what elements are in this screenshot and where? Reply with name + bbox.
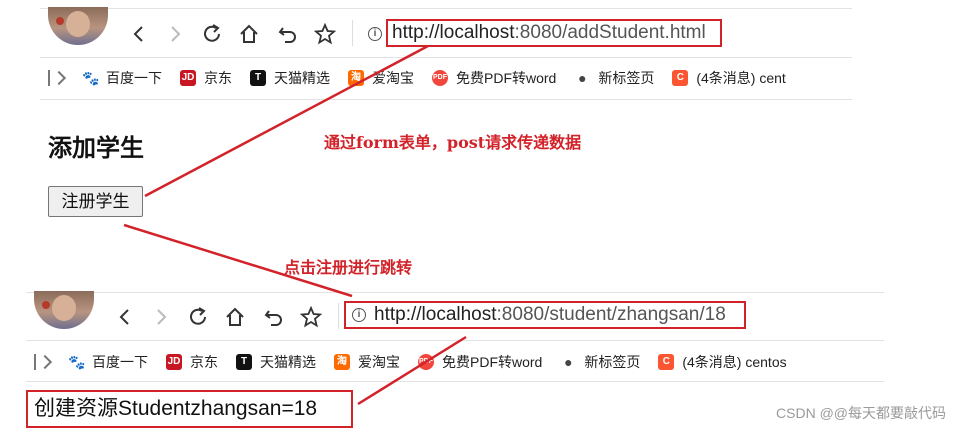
- form-post-annotation: 通过form表单，post请求传递数据: [324, 133, 582, 152]
- bookmark-taobao[interactable]: 淘爱淘宝: [348, 68, 414, 88]
- bookmark-globe[interactable]: ● 新标签页: [560, 352, 640, 372]
- home-icon[interactable]: [238, 23, 260, 45]
- watermark: CSDN @@每天都要敲代码: [776, 405, 946, 421]
- back-icon[interactable]: [114, 306, 136, 328]
- bookmarks-bottom-border: [26, 381, 884, 382]
- baidu-icon: 🐾: [82, 70, 100, 86]
- taobao-icon: 淘: [334, 354, 350, 370]
- sidebar-toggle-icon[interactable]: [46, 68, 66, 88]
- tmall-icon: T: [236, 354, 252, 370]
- url-path: :8080/addStudent.html: [514, 22, 706, 43]
- jd-icon: JD: [166, 354, 182, 370]
- sidebar-toggle-icon[interactable]: [32, 352, 52, 372]
- bookmark-taobao[interactable]: 淘爱淘宝: [334, 352, 400, 372]
- bookmark-label: 百度一下: [92, 354, 148, 370]
- bookmark-csdn[interactable]: C (4条消息) cent: [672, 68, 786, 88]
- bookmark-csdn[interactable]: C (4条消息) centos: [658, 352, 787, 372]
- page-title: 添加学生: [48, 135, 144, 162]
- csdn-icon: C: [658, 354, 675, 370]
- bookmark-tmall[interactable]: T 天猫精选: [250, 68, 330, 88]
- reload-icon[interactable]: [187, 306, 209, 328]
- bookmark-label: 爱淘宝: [358, 354, 400, 370]
- toolbar-divider: [338, 303, 339, 329]
- bookmark-jd[interactable]: JD 京东: [180, 68, 232, 88]
- undo-icon[interactable]: [277, 23, 299, 45]
- star-icon[interactable]: [300, 306, 322, 328]
- bookmark-label: 免费PDF转word: [456, 70, 557, 86]
- forward-icon[interactable]: [164, 23, 186, 45]
- back-icon[interactable]: [128, 23, 150, 45]
- bookmark-pdf[interactable]: PDF 免费PDF转word: [418, 352, 542, 372]
- bookmark-label: (4条消息) cent: [696, 70, 786, 86]
- jd-icon: JD: [180, 70, 196, 86]
- avatar[interactable]: [48, 7, 108, 45]
- bookmark-label: 京东: [204, 70, 232, 86]
- csdn-icon: C: [672, 70, 689, 86]
- bookmark-label: 爱淘宝: [372, 70, 414, 86]
- tmall-icon: T: [250, 70, 266, 86]
- bookmark-label: 天猫精选: [260, 354, 316, 370]
- bookmarks-bar: 🐾 百度一下 JD 京东 T 天猫精选 淘爱淘宝 PDF 免费PDF转word ● 新标签页 C (4条…: [32, 349, 805, 375]
- url-host: http://localhost: [392, 22, 515, 43]
- click-register-annotation: 点击注册进行跳转: [284, 258, 413, 277]
- bookmarks-bar: 🐾 百度一下 JD 京东 T 天猫精选 淘爱淘宝 PDF 免费PDF转word ● 新标签页 C (4条…: [46, 65, 804, 91]
- undo-icon[interactable]: [263, 306, 285, 328]
- toolbar-divider-line: [40, 57, 852, 58]
- bookmarks-bottom-border: [40, 99, 852, 100]
- screenshot-stage: i http://localhost:8080/addStudent.html …: [0, 0, 960, 433]
- reload-icon[interactable]: [201, 23, 223, 45]
- taobao-icon: 淘: [348, 70, 364, 86]
- address-bar[interactable]: i http://localhost:8080/student/zhangsan/…: [344, 301, 746, 329]
- pdf-icon: PDF: [418, 354, 434, 370]
- star-icon[interactable]: [314, 23, 336, 45]
- toolbar-divider-line: [26, 340, 884, 341]
- bookmark-pdf[interactable]: PDF 免费PDF转word: [432, 68, 556, 88]
- info-icon[interactable]: i: [352, 308, 366, 322]
- bookmark-label: 免费PDF转word: [442, 354, 543, 370]
- bookmark-jd[interactable]: JD 京东: [166, 352, 218, 372]
- globe-icon: ●: [564, 354, 573, 370]
- info-icon[interactable]: i: [368, 27, 382, 41]
- bookmark-label: 百度一下: [106, 70, 162, 86]
- bookmark-globe[interactable]: ● 新标签页: [574, 68, 654, 88]
- bottom-browser-window: i http://localhost:8080/student/zhangsan/…: [26, 285, 886, 385]
- toolbar-top-border: [26, 292, 884, 293]
- bookmark-label: 新标签页: [584, 354, 641, 370]
- avatar[interactable]: [34, 291, 94, 329]
- address-bar[interactable]: http://localhost:8080/addStudent.html: [386, 19, 722, 47]
- url-host: http://localhost: [374, 304, 497, 325]
- bookmark-label: 京东: [190, 354, 218, 370]
- pdf-icon: PDF: [432, 70, 448, 86]
- bookmark-label: (4条消息) centos: [682, 354, 787, 370]
- bookmark-label: 新标签页: [598, 70, 655, 86]
- register-student-button[interactable]: 注册学生: [48, 186, 143, 217]
- top-browser-window: i http://localhost:8080/addStudent.html …: [40, 0, 852, 100]
- bookmark-tmall[interactable]: T 天猫精选: [236, 352, 316, 372]
- forward-icon[interactable]: [150, 306, 172, 328]
- url-path: :8080/student/zhangsan/18: [496, 304, 726, 325]
- toolbar-divider: [352, 20, 353, 46]
- bookmark-baidu[interactable]: 🐾 百度一下: [68, 352, 148, 372]
- bookmark-label: 天猫精选: [274, 70, 330, 86]
- result-text: 创建资源Studentzhangsan=18: [26, 390, 353, 428]
- bookmark-baidu[interactable]: 🐾 百度一下: [82, 68, 162, 88]
- home-icon[interactable]: [224, 306, 246, 328]
- toolbar-top-border: [40, 8, 852, 9]
- baidu-icon: 🐾: [68, 354, 86, 370]
- globe-icon: ●: [578, 70, 587, 86]
